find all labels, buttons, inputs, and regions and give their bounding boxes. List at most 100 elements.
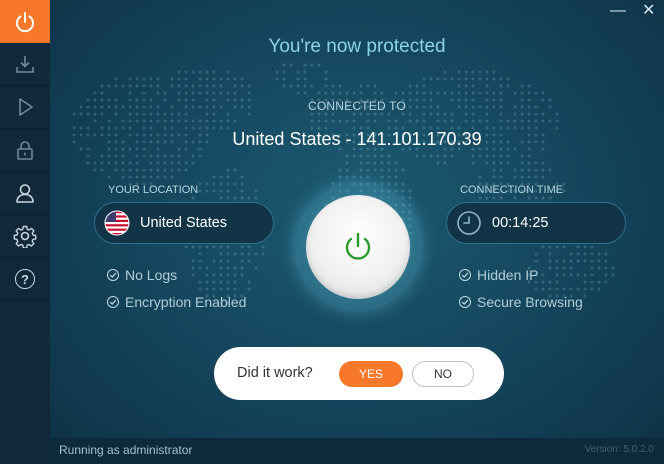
no-button[interactable]: NO xyxy=(412,361,474,387)
map-dot xyxy=(198,154,202,158)
map-dot xyxy=(471,84,475,88)
sidebar-item-play[interactable] xyxy=(0,86,50,129)
map-dot xyxy=(583,273,587,277)
map-dot xyxy=(450,154,454,158)
sidebar-item-help[interactable]: ? xyxy=(0,258,50,301)
map-dot xyxy=(415,154,419,158)
map-dot xyxy=(338,84,342,88)
map-dot xyxy=(562,245,566,249)
map-dot xyxy=(478,154,482,158)
map-dot xyxy=(170,168,174,172)
sidebar-item-power[interactable] xyxy=(0,0,50,43)
map-dot xyxy=(422,91,426,95)
map-dot xyxy=(338,182,342,186)
map-dot xyxy=(240,77,244,81)
map-dot xyxy=(611,273,615,277)
connection-time-label: CONNECTION TIME xyxy=(460,184,564,196)
minimize-button[interactable]: — xyxy=(610,2,626,20)
map-dot xyxy=(394,182,398,186)
map-dot xyxy=(590,266,594,270)
map-dot xyxy=(247,252,251,256)
map-dot xyxy=(611,266,615,270)
map-dot xyxy=(219,91,223,95)
map-dot xyxy=(219,77,223,81)
feature-secure-browsing: Secure Browsing xyxy=(459,294,583,310)
map-dot xyxy=(212,91,216,95)
map-dot xyxy=(233,266,237,270)
map-dot xyxy=(534,161,538,165)
map-dot xyxy=(527,175,531,179)
map-dot xyxy=(156,91,160,95)
sidebar-item-download[interactable] xyxy=(0,43,50,86)
map-dot xyxy=(107,84,111,88)
map-dot xyxy=(149,77,153,81)
map-dot xyxy=(422,119,426,123)
map-dot xyxy=(177,168,181,172)
map-dot xyxy=(597,266,601,270)
map-dot xyxy=(555,287,559,291)
location-value: United States xyxy=(140,215,228,231)
map-dot xyxy=(457,91,461,95)
map-dot xyxy=(513,175,517,179)
map-dot xyxy=(205,189,209,193)
map-dot xyxy=(534,175,538,179)
power-button-ring xyxy=(297,186,419,308)
map-dot xyxy=(443,70,447,74)
map-dot xyxy=(345,161,349,165)
location-selector[interactable]: United States xyxy=(94,202,274,244)
map-dot xyxy=(226,168,230,172)
map-dot xyxy=(527,168,531,172)
map-dot xyxy=(583,259,587,263)
map-dot xyxy=(534,119,538,123)
map-dot xyxy=(352,154,356,158)
sidebar-item-lock[interactable] xyxy=(0,129,50,172)
yes-button[interactable]: YES xyxy=(339,361,403,387)
map-dot xyxy=(492,77,496,81)
feature-label: Encryption Enabled xyxy=(125,294,247,310)
map-dot xyxy=(576,252,580,256)
map-dot xyxy=(513,91,517,95)
map-dot xyxy=(226,91,230,95)
map-dot xyxy=(226,280,230,284)
close-button[interactable]: ✕ xyxy=(642,2,655,20)
map-dot xyxy=(492,168,496,172)
map-dot xyxy=(205,266,209,270)
map-dot xyxy=(387,189,391,193)
map-dot xyxy=(471,77,475,81)
map-dot xyxy=(247,84,251,88)
map-dot xyxy=(240,252,244,256)
map-dot xyxy=(219,196,223,200)
disconnect-power-button[interactable] xyxy=(306,195,410,299)
map-dot xyxy=(107,175,111,179)
map-dot xyxy=(541,119,545,123)
map-dot xyxy=(436,91,440,95)
power-icon xyxy=(345,232,371,260)
map-dot xyxy=(233,273,237,277)
sidebar-item-settings[interactable] xyxy=(0,215,50,258)
map-dot xyxy=(394,91,398,95)
map-dot xyxy=(191,84,195,88)
main-panel: — ✕ You're now protected CONNECTED TO Un… xyxy=(50,0,664,464)
map-dot xyxy=(135,77,139,81)
map-dot xyxy=(198,70,202,74)
map-dot xyxy=(275,77,279,81)
map-dot xyxy=(436,154,440,158)
map-dot xyxy=(156,84,160,88)
sidebar-item-account[interactable] xyxy=(0,172,50,215)
map-dot xyxy=(478,91,482,95)
map-dot xyxy=(86,154,90,158)
gear-icon xyxy=(13,225,37,248)
map-dot xyxy=(548,252,552,256)
map-dot xyxy=(408,91,412,95)
map-dot xyxy=(527,154,531,158)
map-dot xyxy=(226,266,230,270)
map-dot xyxy=(548,119,552,123)
map-dot xyxy=(541,287,545,291)
map-dot xyxy=(331,91,335,95)
map-dot xyxy=(240,266,244,270)
map-dot xyxy=(135,119,139,123)
map-dot xyxy=(170,77,174,81)
map-dot xyxy=(331,182,335,186)
help-icon: ? xyxy=(15,269,35,289)
map-dot xyxy=(506,119,510,123)
